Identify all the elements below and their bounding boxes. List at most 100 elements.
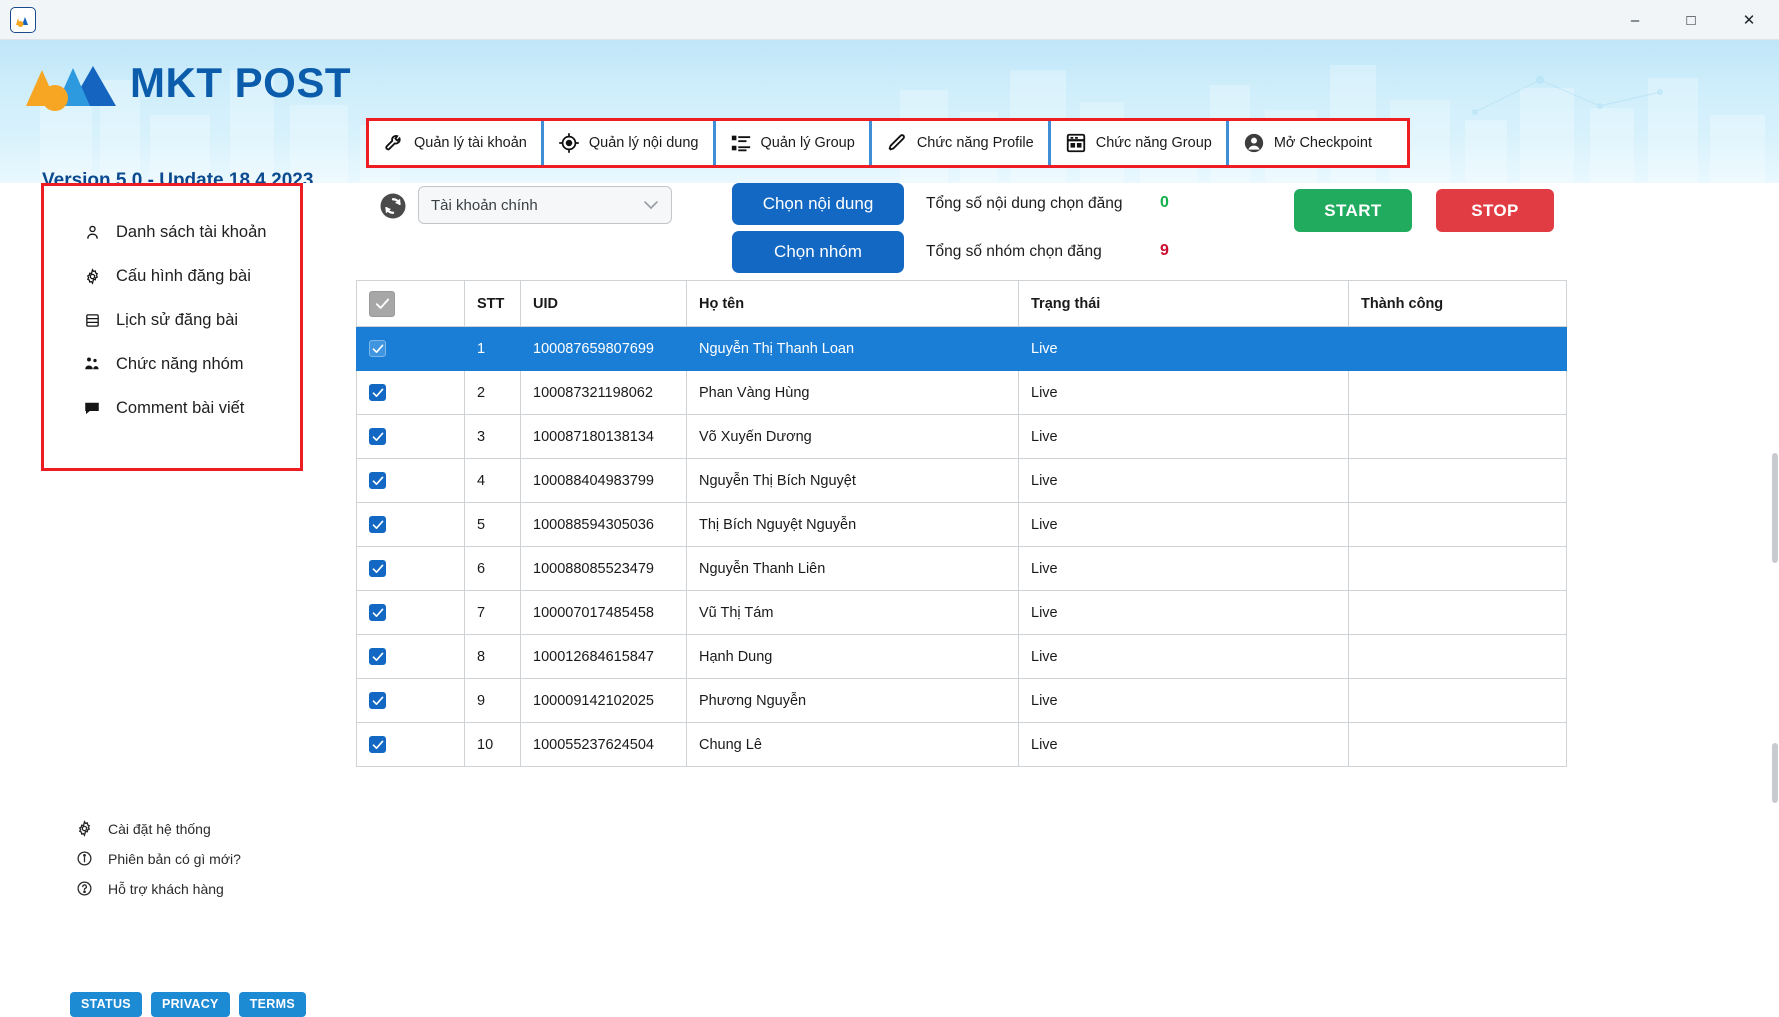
cell-stt: 10 [464,722,521,767]
cell-trangthai: Live [1018,458,1349,503]
tab-mo-checkpoint[interactable]: Mở Checkpoint [1228,121,1386,165]
cell-hoten: Võ Xuyến Dương [686,414,1019,459]
maximize-button[interactable]: □ [1663,0,1719,40]
sidebar-menu: Danh sách tài khoản Cấu hình đăng bài Lị… [41,183,303,471]
table-row[interactable]: 5 100088594305036 Thị Bích Nguyệt Nguyễn Li… [356,502,1567,547]
people-icon [82,355,102,373]
select-all-checkbox[interactable] [369,290,395,317]
action-toolbar: Tài khoản chính Chọn nội dung Chọn nhóm … [368,183,1768,281]
content-target-icon [558,132,580,154]
start-button[interactable]: START [1294,189,1412,232]
row-checkbox[interactable] [369,736,386,753]
table-row[interactable]: 7 100007017485458 Vũ Thị Tám Live [356,590,1567,635]
scrollbar-thumb-secondary[interactable] [1772,743,1778,803]
sidebar-item-comment-bai-viet[interactable]: Comment bài viết [44,386,300,430]
tab-quan-ly-group[interactable]: Quản lý Group [715,121,872,165]
sidebar-item-cai-dat-he-thong[interactable]: Cài đặt hệ thống [74,820,241,837]
cell-uid: 100009142102025 [520,678,687,723]
table-row[interactable]: 1 100087659807699 Nguyễn Thị Thanh Loan Liv… [356,326,1567,371]
row-checkbox-cell[interactable] [356,458,465,503]
row-checkbox-cell[interactable] [356,502,465,547]
accounts-table: STT UID Họ tên Trạng thái Thành công 1 10… [356,280,1567,767]
cell-stt: 5 [464,502,521,547]
minimize-button[interactable]: – [1607,0,1663,40]
table-row[interactable]: 6 100088085523479 Nguyễn Thanh Liên Live [356,546,1567,591]
brand-logo: MKT POST [24,54,351,112]
refresh-icon[interactable] [376,189,410,223]
row-checkbox-cell[interactable] [356,326,465,371]
choose-group-button[interactable]: Chọn nhóm [732,231,904,273]
tab-chuc-nang-profile[interactable]: Chức năng Profile [871,121,1051,165]
tab-chuc-nang-group[interactable]: Chức năng Group [1050,121,1229,165]
sidebar-bottom-label: Hỗ trợ khách hàng [108,880,224,897]
tab-label: Quản lý nội dung [588,135,699,151]
table-row[interactable]: 4 100088404983799 Nguyễn Thị Bích Nguyệt Li… [356,458,1567,503]
table-row[interactable]: 10 100055237624504 Chung Lê Live [356,722,1567,767]
cell-trangthai: Live [1018,414,1349,459]
row-checkbox-cell[interactable] [356,414,465,459]
row-checkbox[interactable] [369,560,386,577]
column-header-trangthai: Trạng thái [1018,280,1349,327]
vertical-scrollbar[interactable] [1771,183,1779,1017]
close-button[interactable]: ✕ [1719,0,1779,40]
scrollbar-thumb[interactable] [1772,453,1778,563]
sidebar-bottom-label: Phiên bản có gì mới? [108,850,241,867]
row-checkbox-cell[interactable] [356,370,465,415]
account-select-value: Tài khoản chính [431,196,538,214]
tab-quan-ly-noi-dung[interactable]: Quản lý nội dung [543,121,716,165]
row-checkbox[interactable] [369,648,386,665]
title-bar: – □ ✕ [0,0,1779,40]
privacy-pill[interactable]: PRIVACY [150,992,230,1017]
cell-hoten: Nguyễn Thị Bích Nguyệt [686,458,1019,503]
database-icon [82,312,102,329]
row-checkbox[interactable] [369,340,386,357]
account-select[interactable]: Tài khoản chính [418,186,672,224]
top-tab-bar: Quản lý tài khoản Quản lý nội dung Quản … [366,118,1410,168]
row-checkbox-cell[interactable] [356,590,465,635]
sidebar-item-ho-tro-khach-hang[interactable]: Hỗ trợ khách hàng [74,880,241,897]
tab-label: Mở Checkpoint [1273,135,1372,151]
cell-stt: 1 [464,326,521,371]
row-checkbox[interactable] [369,692,386,709]
row-checkbox[interactable] [369,384,386,401]
stop-button[interactable]: STOP [1436,189,1554,232]
cell-hoten: Chung Lê [686,722,1019,767]
status-pill[interactable]: STATUS [70,992,142,1017]
row-checkbox-cell[interactable] [356,678,465,723]
sidebar-item-phien-ban-co-gi-moi[interactable]: Phiên bản có gì mới? [74,850,241,867]
sidebar-item-cau-hinh-dang-bai[interactable]: Cấu hình đăng bài [44,254,300,298]
table-row[interactable]: 8 100012684615847 Hạnh Dung Live [356,634,1567,679]
sidebar-item-chuc-nang-nhom[interactable]: Chức năng nhóm [44,342,300,386]
cell-uid: 100088085523479 [520,546,687,591]
cell-hoten: Vũ Thị Tám [686,590,1019,635]
row-checkbox-cell[interactable] [356,634,465,679]
cell-stt: 3 [464,414,521,459]
row-checkbox-cell[interactable] [356,546,465,591]
row-checkbox-cell[interactable] [356,722,465,767]
cell-thanhcong [1348,546,1567,591]
sidebar-bottom-menu: Cài đặt hệ thống Phiên bản có gì mới? Hỗ… [74,820,241,897]
table-row[interactable]: 9 100009142102025 Phương Nguyễn Live [356,678,1567,723]
sidebar-bottom-label: Cài đặt hệ thống [108,820,211,837]
row-checkbox[interactable] [369,472,386,489]
sidebar-item-lich-su-dang-bai[interactable]: Lịch sử đăng bài [44,298,300,342]
cell-thanhcong [1348,634,1567,679]
choose-content-button[interactable]: Chọn nội dung [732,183,904,225]
cell-stt: 8 [464,634,521,679]
table-header-row: STT UID Họ tên Trạng thái Thành công [356,280,1567,327]
tab-quan-ly-tai-khoan[interactable]: Quản lý tài khoản [369,121,544,165]
select-all-header[interactable] [356,280,465,327]
row-checkbox[interactable] [369,428,386,445]
info-icon [74,850,94,867]
table-row[interactable]: 3 100087180138134 Võ Xuyến Dương Live [356,414,1567,459]
cell-hoten: Phan Vàng Hùng [686,370,1019,415]
table-row[interactable]: 2 100087321198062 Phan Vàng Hùng Live [356,370,1567,415]
terms-pill[interactable]: TERMS [238,992,306,1017]
gear-icon [82,267,102,285]
row-checkbox[interactable] [369,516,386,533]
row-checkbox[interactable] [369,604,386,621]
sidebar-pill-row: STATUS PRIVACY TERMS [70,992,306,1017]
sidebar-item-danh-sach-tai-khoan[interactable]: Danh sách tài khoản [44,210,300,254]
cell-thanhcong [1348,370,1567,415]
version-label: Version 5.0 - Update 18.4.2023 [42,170,314,183]
